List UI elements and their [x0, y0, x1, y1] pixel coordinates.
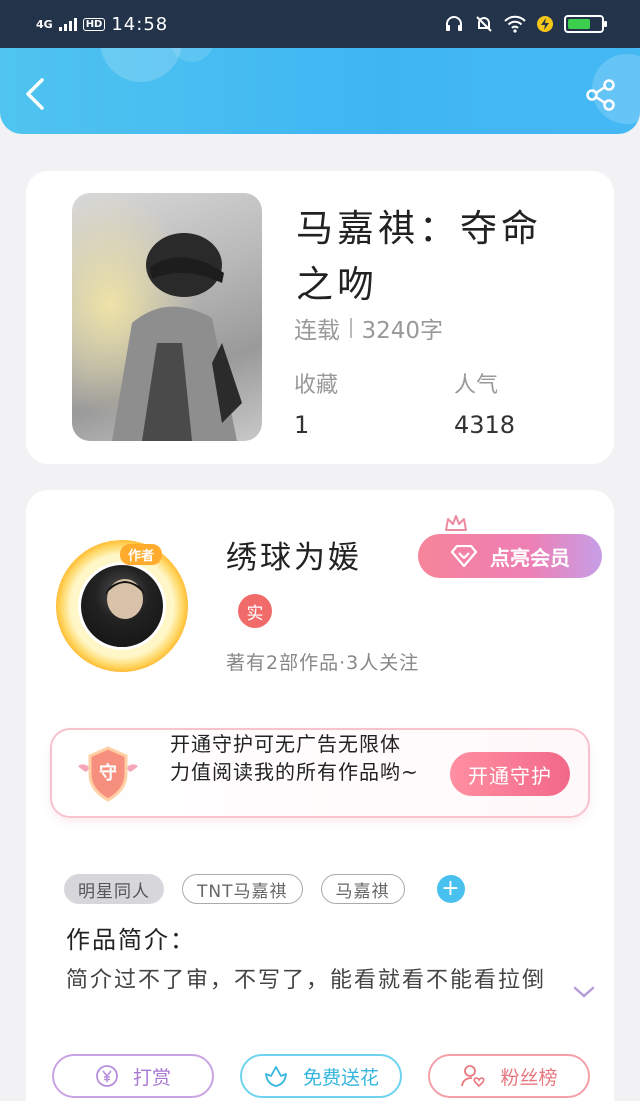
send-flower-label: 免费送花	[302, 1066, 379, 1089]
share-icon	[586, 79, 615, 111]
guard-button[interactable]: 开通守护	[450, 752, 570, 796]
book-word-count: 3240字	[361, 318, 444, 344]
fan-ranking-button[interactable]: 粉丝榜	[428, 1054, 590, 1098]
tag-list: 明星同人 TNT马嘉祺 马嘉祺 +	[64, 874, 465, 904]
cover-illustration	[72, 193, 262, 441]
intro-text: 简介过不了审，不写了，能看就看不能看拉倒	[66, 968, 547, 993]
guard-shield-label: 守	[99, 763, 117, 784]
send-flower-button[interactable]: 免费送花	[240, 1054, 402, 1098]
author-summary: 著有2部作品·3人关注	[226, 652, 420, 674]
stat-popularity: 人气 4318	[454, 367, 515, 439]
verified-badge: 实	[238, 594, 272, 628]
book-title: 马嘉祺：夺命之吻	[296, 207, 542, 306]
diamond-icon	[450, 545, 478, 567]
stat-value: 4318	[454, 411, 516, 439]
top-header	[0, 48, 640, 134]
guard-text: 开通守护可无广告无限体力值阅读我的所有作品哟~	[170, 732, 419, 784]
tag-item[interactable]: 马嘉祺	[320, 874, 405, 904]
stat-value: 1	[294, 411, 310, 439]
status-bar: 4G HD 14:58	[0, 0, 640, 48]
book-info-card: 马嘉祺：夺命之吻 连载 3240字 收藏 1 人气 4318	[26, 171, 614, 464]
vip-button[interactable]: 点亮会员	[418, 534, 602, 578]
network-type: 4G	[36, 17, 53, 31]
wifi-icon	[504, 15, 526, 33]
action-buttons: 打赏 免费送花 粉丝榜	[52, 1054, 590, 1098]
book-meta: 连载 3240字	[294, 311, 443, 345]
crown-icon	[445, 515, 467, 531]
status-right	[444, 14, 607, 34]
status-time: 14:58	[111, 13, 169, 35]
guard-banner[interactable]: 守 开通守护可无广告无限体力值阅读我的所有作品哟~ 开通守护	[50, 728, 590, 818]
stat-favorites: 收藏 1	[294, 367, 338, 439]
author-name[interactable]: 绣球为媛	[226, 532, 362, 577]
stat-label: 收藏	[294, 373, 339, 398]
chevron-left-icon	[26, 78, 44, 110]
back-button[interactable]	[20, 76, 50, 112]
author-details-card: 作者 绣球为媛 实 著有2部作品·3人关注 点亮会员 守 开通守护可无广告无限体…	[26, 490, 614, 1101]
signal-icon	[58, 17, 77, 31]
stat-label: 人气	[454, 373, 499, 398]
headphones-icon	[446, 16, 462, 31]
add-tag-button[interactable]: +	[436, 875, 465, 903]
share-button[interactable]	[584, 78, 618, 112]
author-badge: 作者	[120, 544, 163, 565]
hd-icon: HD	[82, 17, 106, 31]
expand-chevron-icon[interactable]	[572, 984, 596, 1000]
charging-icon	[537, 16, 553, 32]
fan-ranking-label: 粉丝榜	[500, 1066, 558, 1089]
battery-icon	[564, 15, 607, 33]
tag-item[interactable]: TNT马嘉祺	[182, 874, 303, 904]
book-cover-image[interactable]	[72, 193, 262, 441]
avatar-image	[78, 562, 166, 650]
user-heart-icon	[461, 1065, 486, 1088]
tag-item[interactable]: 明星同人	[64, 874, 164, 904]
author-avatar[interactable]: 作者	[56, 540, 188, 672]
intro-title: 作品简介：	[66, 926, 196, 954]
vip-button-label: 点亮会员	[490, 545, 570, 570]
meta-divider	[350, 318, 352, 338]
reward-button[interactable]: 打赏	[52, 1054, 214, 1098]
flower-icon	[265, 1066, 287, 1087]
status-left: 4G HD 14:58	[36, 14, 168, 35]
book-status: 连载	[294, 318, 340, 344]
yen-coin-icon	[96, 1065, 118, 1087]
reward-label: 打赏	[132, 1066, 171, 1089]
mute-bell-icon	[476, 16, 492, 32]
